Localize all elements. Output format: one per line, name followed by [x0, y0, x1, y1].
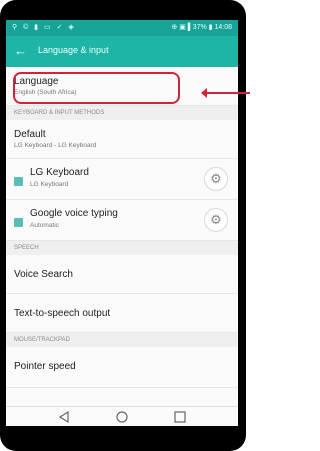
- default-keyboard-value: LG Keyboard - LG Keyboard: [14, 142, 97, 149]
- gear-icon[interactable]: ⚙: [204, 208, 228, 232]
- nav-back-icon[interactable]: [58, 411, 70, 423]
- default-keyboard-title: Default: [14, 129, 46, 140]
- status-icons-right: ⊕ ▣ ▌37% ▮ 14:08: [171, 24, 232, 31]
- nav-home-icon[interactable]: [116, 411, 128, 423]
- page-title: Language & input: [38, 45, 109, 55]
- section-keyboard: KEYBOARD & INPUT METHODS: [6, 106, 238, 120]
- navigation-bar: [6, 406, 238, 426]
- voice-search-title: Voice Search: [14, 269, 73, 280]
- gear-icon[interactable]: ⚙: [204, 167, 228, 191]
- status-icons-left: ⚲ © ▮ ▭ ✓ ◈: [12, 24, 76, 31]
- section-speech: SPEECH: [6, 241, 238, 255]
- section-mouse-label: MOUSE/TRACKPAD: [14, 337, 70, 343]
- section-speech-label: SPEECH: [14, 245, 39, 251]
- back-arrow-icon[interactable]: ←: [14, 43, 27, 59]
- google-voice-title: Google voice typing: [30, 208, 118, 219]
- app-bar: ← Language & input: [6, 36, 238, 67]
- tts-item[interactable]: Text-to-speech output: [6, 294, 238, 333]
- lg-keyboard-item[interactable]: LG Keyboard LG Keyboard ⚙: [6, 159, 238, 200]
- phone-frame: ⚲ © ▮ ▭ ✓ ◈ ⊕ ▣ ▌37% ▮ 14:08 ← Language …: [0, 0, 246, 451]
- status-bar: ⚲ © ▮ ▭ ✓ ◈ ⊕ ▣ ▌37% ▮ 14:08: [6, 20, 238, 36]
- language-highlight-outline: [13, 72, 180, 104]
- google-voice-checkbox[interactable]: [14, 218, 23, 227]
- section-keyboard-label: KEYBOARD & INPUT METHODS: [14, 110, 105, 116]
- lg-keyboard-sub: LG Keyboard: [30, 181, 69, 188]
- nav-recent-icon[interactable]: [174, 411, 186, 423]
- red-pointer-arrow: [201, 88, 250, 98]
- default-keyboard-item[interactable]: Default LG Keyboard - LG Keyboard: [6, 120, 238, 159]
- section-mouse: MOUSE/TRACKPAD: [6, 333, 238, 347]
- voice-search-item[interactable]: Voice Search: [6, 255, 238, 294]
- pointer-speed-item[interactable]: Pointer speed: [6, 347, 238, 388]
- google-voice-item[interactable]: Google voice typing Automatic ⚙: [6, 200, 238, 241]
- lg-keyboard-checkbox[interactable]: [14, 177, 23, 186]
- pointer-speed-title: Pointer speed: [14, 361, 76, 372]
- tts-title: Text-to-speech output: [14, 308, 111, 319]
- lg-keyboard-title: LG Keyboard: [30, 167, 89, 178]
- google-voice-sub: Automatic: [30, 222, 59, 229]
